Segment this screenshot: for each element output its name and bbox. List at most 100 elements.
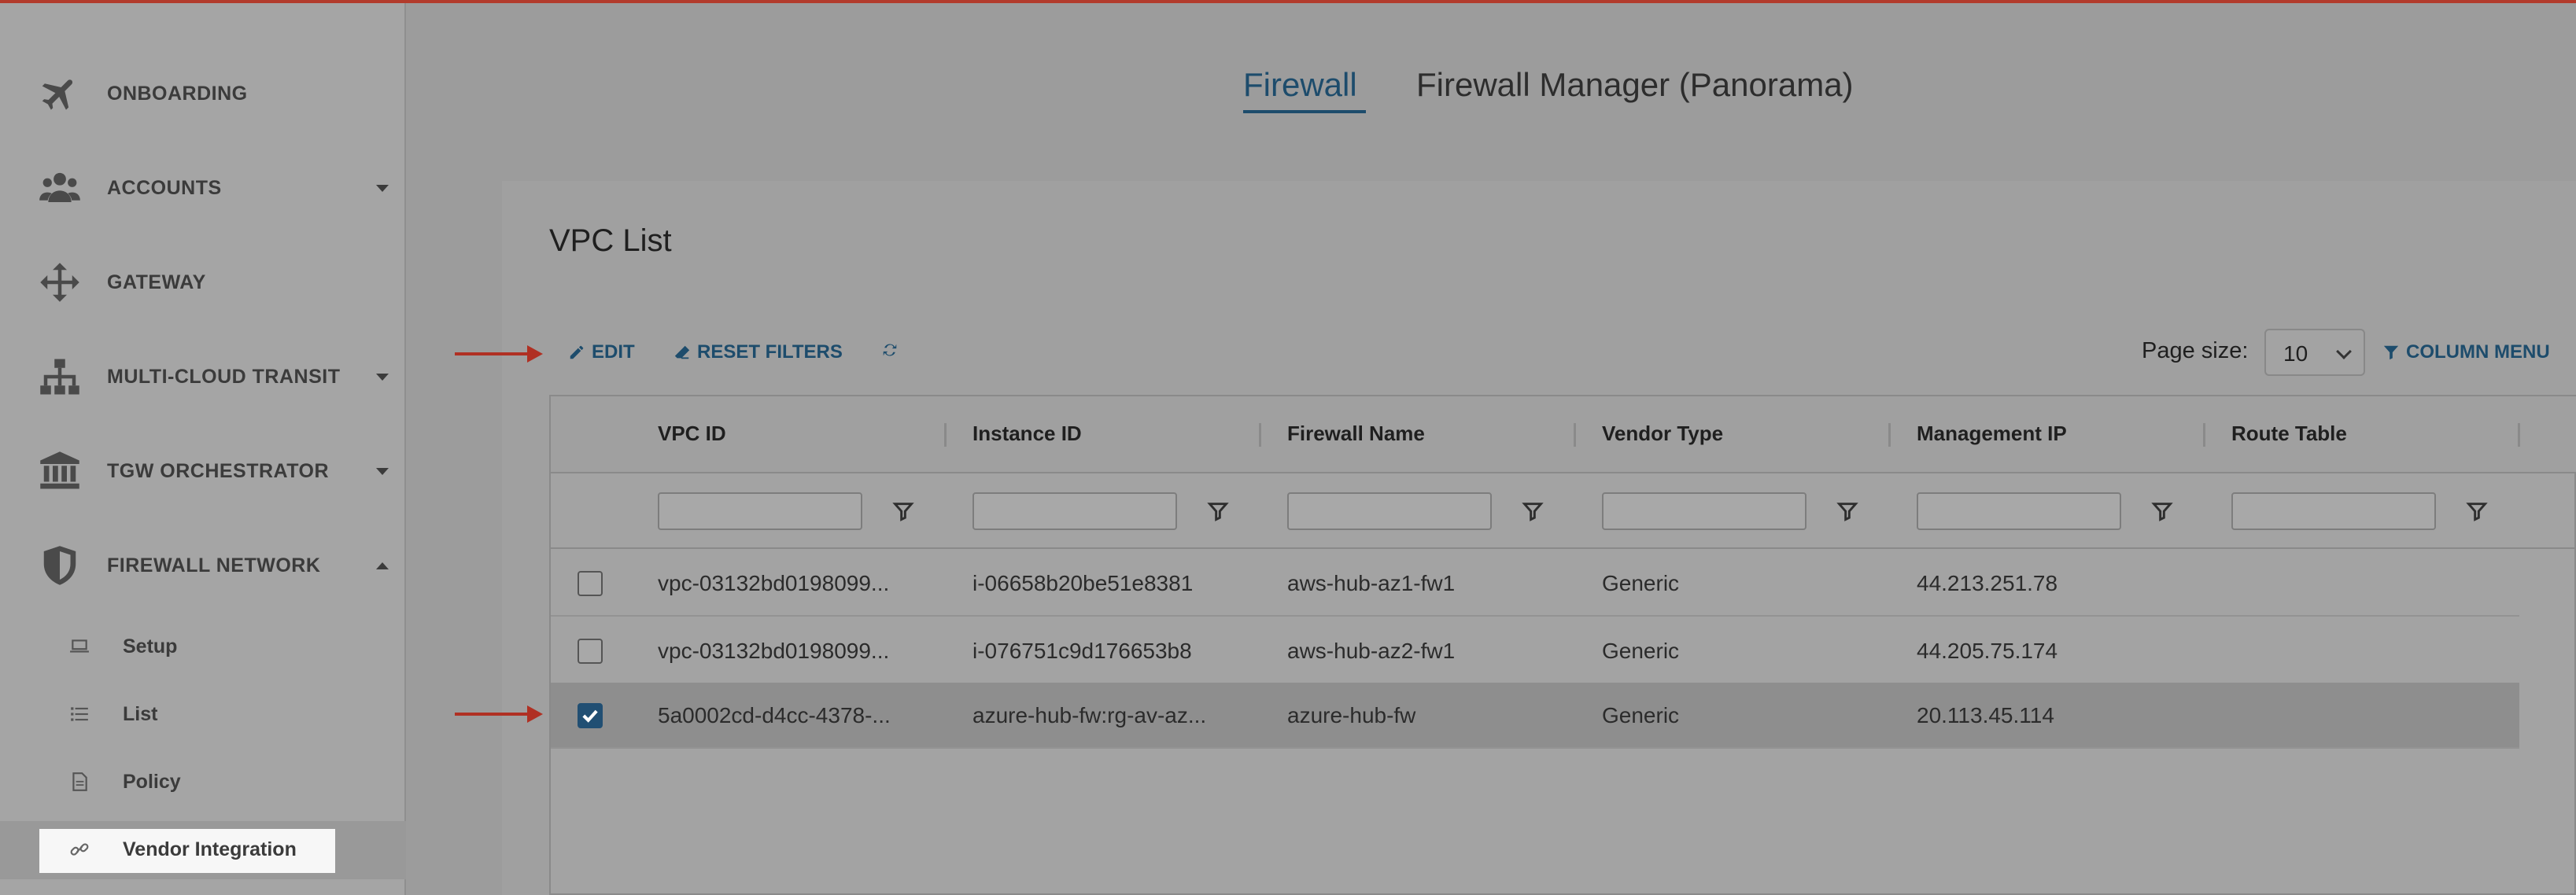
table-row[interactable]: vpc-03132bd0198099... i-06658b20be51e838…: [551, 551, 2519, 617]
sidebar-item-tgw-orchestrator[interactable]: TGW ORCHESTRATOR: [0, 428, 406, 514]
cell-instance-id: i-06658b20be51e8381: [972, 571, 1194, 595]
sidebar-item-label: MULTI-CLOUD TRANSIT: [107, 365, 341, 388]
filter-row: [551, 473, 2576, 549]
filter-input-firewall-name[interactable]: [1287, 492, 1492, 530]
grid-icon: [36, 0, 83, 27]
eraser-icon: [674, 345, 690, 359]
row-checkbox[interactable]: [578, 639, 603, 664]
row-checkbox[interactable]: [578, 571, 603, 596]
edit-button[interactable]: EDIT: [568, 341, 635, 363]
column-header-management-ip[interactable]: Management IP: [1917, 422, 2067, 446]
sidebar-item-label: TGW ORCHESTRATOR: [107, 459, 330, 482]
chevron-down-icon[interactable]: [376, 184, 389, 192]
cell-vpc-id: vpc-03132bd0198099...: [658, 639, 890, 663]
cell-vendor-type: Generic: [1602, 703, 1680, 727]
filter-input-vpc-id[interactable]: [658, 492, 862, 530]
sidebar-item-label: GATEWAY: [107, 271, 206, 293]
column-resize-handle[interactable]: [944, 423, 947, 447]
cell-management-ip: 44.205.75.174: [1917, 639, 2058, 663]
sidebar-item-onboarding[interactable]: ONBOARDING: [0, 50, 406, 137]
filter-icon[interactable]: [1207, 500, 1229, 522]
chevron-down-icon: [2336, 344, 2352, 359]
cell-firewall-name: azure-hub-fw: [1287, 703, 1416, 727]
column-header-route-table[interactable]: Route Table: [2231, 422, 2347, 446]
table-row[interactable]: vpc-03132bd0198099... i-076751c9d176653b…: [551, 618, 2519, 684]
cell-vpc-id: vpc-03132bd0198099...: [658, 571, 890, 595]
tab-firewall[interactable]: Firewall: [1243, 66, 1357, 104]
sidebar-subitem-policy[interactable]: Policy: [0, 750, 406, 813]
list-icon: [68, 702, 91, 726]
sidebar-item-label: ONBOARDING: [107, 82, 248, 105]
refresh-icon: [883, 344, 897, 356]
column-header-instance-id[interactable]: Instance ID: [972, 422, 1082, 446]
cell-instance-id: azure-hub-fw:rg-av-az...: [972, 703, 1207, 727]
sidebar-item-multi-cloud-transit[interactable]: MULTI-CLOUD TRANSIT: [0, 333, 406, 420]
table-header: VPC ID Instance ID Firewall Name Vendor …: [551, 396, 2576, 473]
sidebar-subitem-label: Vendor Integration: [123, 838, 297, 860]
sidebar-subitem-label: List: [123, 702, 158, 725]
cell-vendor-type: Generic: [1602, 639, 1680, 663]
column-header-vpc-id[interactable]: VPC ID: [658, 422, 726, 446]
sidebar-subitem-vendor-integration[interactable]: Vendor Integration: [0, 818, 406, 881]
sidebar: ONBOARDING ACCOUNTS GATEWAY MULTI-CLOUD …: [0, 3, 406, 895]
link-icon: [68, 838, 91, 861]
sidebar-subitem-list[interactable]: List: [0, 683, 406, 746]
column-resize-handle[interactable]: [1259, 423, 1261, 447]
filter-icon[interactable]: [1836, 500, 1858, 522]
filter-icon[interactable]: [2466, 500, 2488, 522]
users-icon: [36, 164, 83, 212]
column-header-vendor-type[interactable]: Vendor Type: [1602, 422, 1723, 446]
sidebar-item-firewall-network[interactable]: FIREWALL NETWORK: [0, 522, 406, 609]
tab-firewall-manager[interactable]: Firewall Manager (Panorama): [1416, 66, 1854, 104]
filter-input-vendor-type[interactable]: [1602, 492, 1807, 530]
vpc-table: VPC ID Instance ID Firewall Name Vendor …: [549, 395, 2576, 895]
cell-management-ip: 20.113.45.114: [1917, 703, 2054, 727]
laptop-icon: [68, 635, 91, 658]
chevron-up-icon[interactable]: [376, 562, 389, 569]
checkmark-icon: [582, 709, 598, 723]
column-resize-handle[interactable]: [1888, 423, 1891, 447]
column-resize-handle[interactable]: [2518, 423, 2520, 447]
sidebar-item-label: FIREWALL NETWORK: [107, 554, 321, 576]
plane-icon: [36, 70, 83, 117]
cell-firewall-name: aws-hub-az1-fw1: [1287, 571, 1456, 595]
filter-icon: [2383, 345, 2399, 360]
page-title: VPC List: [549, 223, 672, 258]
filter-input-route-table[interactable]: [2231, 492, 2436, 530]
cell-firewall-name: aws-hub-az2-fw1: [1287, 639, 1456, 663]
edit-label: EDIT: [592, 341, 635, 363]
reset-filters-label: RESET FILTERS: [697, 341, 843, 363]
filter-icon[interactable]: [892, 500, 914, 522]
sidebar-item-label: ACCOUNTS: [107, 176, 222, 199]
chevron-down-icon[interactable]: [376, 373, 389, 381]
column-header-firewall-name[interactable]: Firewall Name: [1287, 422, 1425, 446]
cell-management-ip: 44.213.251.78: [1917, 571, 2058, 595]
filter-input-management-ip[interactable]: [1917, 492, 2121, 530]
row-checkbox-checked[interactable]: [578, 703, 603, 728]
pencil-icon: [570, 345, 584, 359]
sidebar-subitem-setup[interactable]: Setup: [0, 615, 406, 678]
sidebar-item-accounts[interactable]: ACCOUNTS: [0, 145, 406, 231]
filter-icon[interactable]: [1522, 500, 1544, 522]
page-size-label: Page size:: [2142, 338, 2249, 363]
cell-instance-id: i-076751c9d176653b8: [972, 639, 1192, 663]
sidebar-item-dashboard-partial[interactable]: [0, 0, 406, 42]
sidebar-item-gateway[interactable]: GATEWAY: [0, 239, 406, 326]
annotation-arrow: [455, 345, 543, 363]
network-icon: [36, 353, 83, 400]
column-resize-handle[interactable]: [1574, 423, 1576, 447]
table-row-selected[interactable]: 5a0002cd-d4cc-4378-... azure-hub-fw:rg-a…: [551, 683, 2519, 749]
chevron-down-icon[interactable]: [376, 467, 389, 475]
move-arrows-icon: [36, 259, 83, 306]
column-resize-handle[interactable]: [2203, 423, 2205, 447]
bank-icon: [36, 448, 83, 495]
shield-icon: [36, 542, 83, 589]
filter-input-instance-id[interactable]: [972, 492, 1177, 530]
reset-filters-button[interactable]: RESET FILTERS: [674, 341, 843, 363]
sidebar-subitem-label: Setup: [123, 635, 178, 657]
active-tab-underline: [1243, 110, 1366, 113]
page-size-select[interactable]: 10: [2264, 329, 2365, 376]
refresh-button[interactable]: [881, 341, 899, 359]
column-menu-button[interactable]: COLUMN MENU: [2382, 341, 2550, 363]
filter-icon[interactable]: [2151, 500, 2173, 522]
